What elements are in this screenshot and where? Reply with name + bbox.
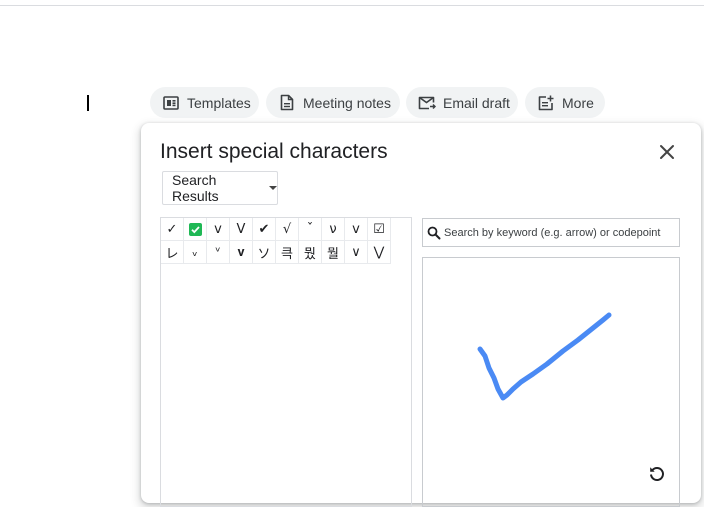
dialog-title: Insert special characters	[160, 140, 388, 163]
character-cell[interactable]: ᵥ	[184, 241, 207, 264]
text-cursor	[87, 95, 89, 111]
green-check-box-icon	[188, 222, 202, 236]
chip-label: Email draft	[443, 94, 510, 111]
character-cell[interactable]: ☑	[368, 218, 391, 241]
note-add-icon	[537, 94, 555, 112]
character-cell[interactable]: 뭘	[322, 241, 345, 264]
character-cell[interactable]: ᵛ	[207, 241, 230, 264]
results-panel: ✓ v V ✔ √ ˇ ν ᴠ ☑ レ ᵥ ᵛ 𝐯 ソ 큭 뭤 뭘 ∨ ⋁	[160, 217, 412, 507]
template-icon	[162, 94, 180, 112]
character-cell[interactable]: ᴠ	[345, 218, 368, 241]
character-cell[interactable]: ⋁	[368, 241, 391, 264]
dropdown-label: Search Results	[172, 172, 219, 204]
email-draft-chip[interactable]: Email draft	[406, 87, 518, 118]
email-icon	[418, 94, 436, 112]
character-cell[interactable]: ∨	[345, 241, 368, 264]
character-cell[interactable]: ✔	[253, 218, 276, 241]
character-cell[interactable]: √	[276, 218, 299, 241]
character-cell[interactable]: V	[230, 218, 253, 241]
character-cell[interactable]: ✓	[161, 218, 184, 241]
chip-label: Templates	[187, 94, 251, 111]
chip-label: More	[562, 94, 594, 111]
character-cell[interactable]: ˇ	[299, 218, 322, 241]
character-cell[interactable]: レ	[161, 241, 184, 264]
character-cell[interactable]	[184, 218, 207, 241]
chip-label: Meeting notes	[303, 94, 391, 111]
search-icon	[427, 226, 441, 239]
category-dropdown[interactable]: Search Results	[162, 171, 278, 205]
refresh-icon	[650, 467, 664, 481]
character-cell[interactable]: ソ	[253, 241, 276, 264]
character-cell[interactable]: 𝐯	[230, 241, 253, 264]
document-icon	[278, 94, 296, 112]
close-icon	[660, 145, 674, 159]
top-divider	[0, 5, 704, 6]
templates-chip[interactable]: Templates	[150, 87, 259, 118]
meeting-notes-chip[interactable]: Meeting notes	[266, 87, 400, 118]
reset-drawing-button[interactable]	[648, 465, 666, 483]
character-cell[interactable]: 뭤	[299, 241, 322, 264]
close-button[interactable]	[656, 141, 678, 163]
results-grid: ✓ v V ✔ √ ˇ ν ᴠ ☑ レ ᵥ ᵛ 𝐯 ソ 큭 뭤 뭘 ∨ ⋁	[161, 218, 391, 264]
character-cell[interactable]: 큭	[276, 241, 299, 264]
special-characters-dialog: Insert special characters Search Results…	[141, 123, 701, 507]
drawing-pad[interactable]	[422, 257, 680, 507]
caret-down-icon	[269, 186, 277, 190]
character-cell[interactable]: ν	[322, 218, 345, 241]
more-chip[interactable]: More	[525, 87, 605, 118]
character-cell[interactable]: v	[207, 218, 230, 241]
search-field[interactable]	[422, 218, 680, 247]
search-input[interactable]	[444, 226, 669, 239]
handwritten-check-stroke	[477, 312, 612, 401]
